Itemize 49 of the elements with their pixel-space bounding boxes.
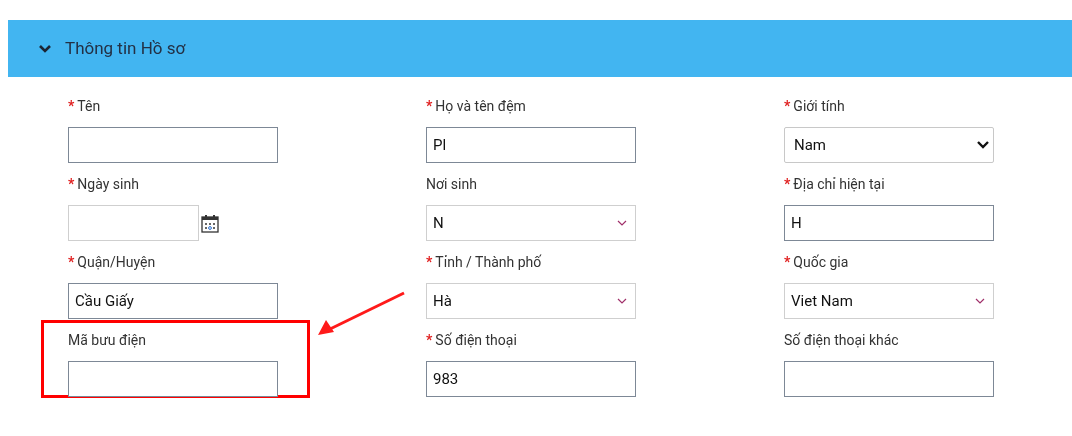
field-value: H (791, 212, 802, 234)
chevron-down-icon (617, 220, 627, 226)
field-label: Số điện thoại (435, 330, 517, 350)
dropdown-field[interactable]: Viet Nam (784, 283, 994, 319)
field-value: Pl (433, 134, 447, 156)
field-value: Nam (794, 134, 826, 156)
field-value: Hà (433, 290, 452, 312)
field-value: N (433, 212, 444, 234)
required-asterisk: * (426, 96, 433, 116)
text-field[interactable]: 983 (426, 361, 636, 397)
calendar-icon[interactable] (201, 214, 219, 233)
chevron-down-icon (617, 298, 627, 304)
section-header[interactable]: Thông tin Hồ sơ (8, 20, 1072, 77)
section-title: Thông tin Hồ sơ (65, 36, 186, 60)
field-value: Viet Nam (791, 290, 853, 312)
text-field[interactable]: Pl (426, 127, 636, 163)
required-asterisk: * (426, 252, 433, 272)
chevron-down-icon (977, 141, 989, 149)
required-asterisk: * (784, 174, 791, 194)
field-label: Quận/Huyện (77, 252, 156, 272)
text-field[interactable] (784, 361, 994, 397)
text-field[interactable] (68, 127, 278, 163)
field-label: Ngày sinh (77, 174, 139, 194)
field-label: Số điện thoại khác (784, 330, 899, 350)
field-label: Nơi sinh (426, 174, 477, 194)
dropdown-field[interactable]: Hà (426, 283, 636, 319)
select-field[interactable]: Nam (784, 127, 994, 163)
date-field[interactable] (68, 205, 199, 241)
text-field[interactable]: H (784, 205, 994, 241)
field-label: Quốc gia (793, 252, 849, 272)
required-asterisk: * (784, 252, 791, 272)
required-asterisk: * (68, 174, 75, 194)
field-label: Họ và tên đệm (435, 96, 526, 116)
field-value: Cầu Giấy (75, 290, 134, 312)
text-field[interactable] (68, 361, 278, 397)
field-value: 983 (433, 368, 459, 390)
required-asterisk: * (68, 96, 75, 116)
chevron-down-icon (39, 44, 51, 53)
field-label: Tỉnh / Thành phố (435, 252, 542, 272)
required-asterisk: * (784, 96, 791, 116)
field-label: Địa chỉ hiện tại (793, 174, 885, 194)
field-label: Tên (77, 96, 101, 116)
chevron-down-icon (975, 298, 985, 304)
dropdown-field[interactable]: N (426, 205, 636, 241)
field-label: Mã bưu điện (68, 330, 146, 350)
required-asterisk: * (68, 252, 75, 272)
field-label: Giới tính (793, 96, 845, 116)
text-field[interactable]: Cầu Giấy (68, 283, 278, 319)
required-asterisk: * (426, 330, 433, 350)
